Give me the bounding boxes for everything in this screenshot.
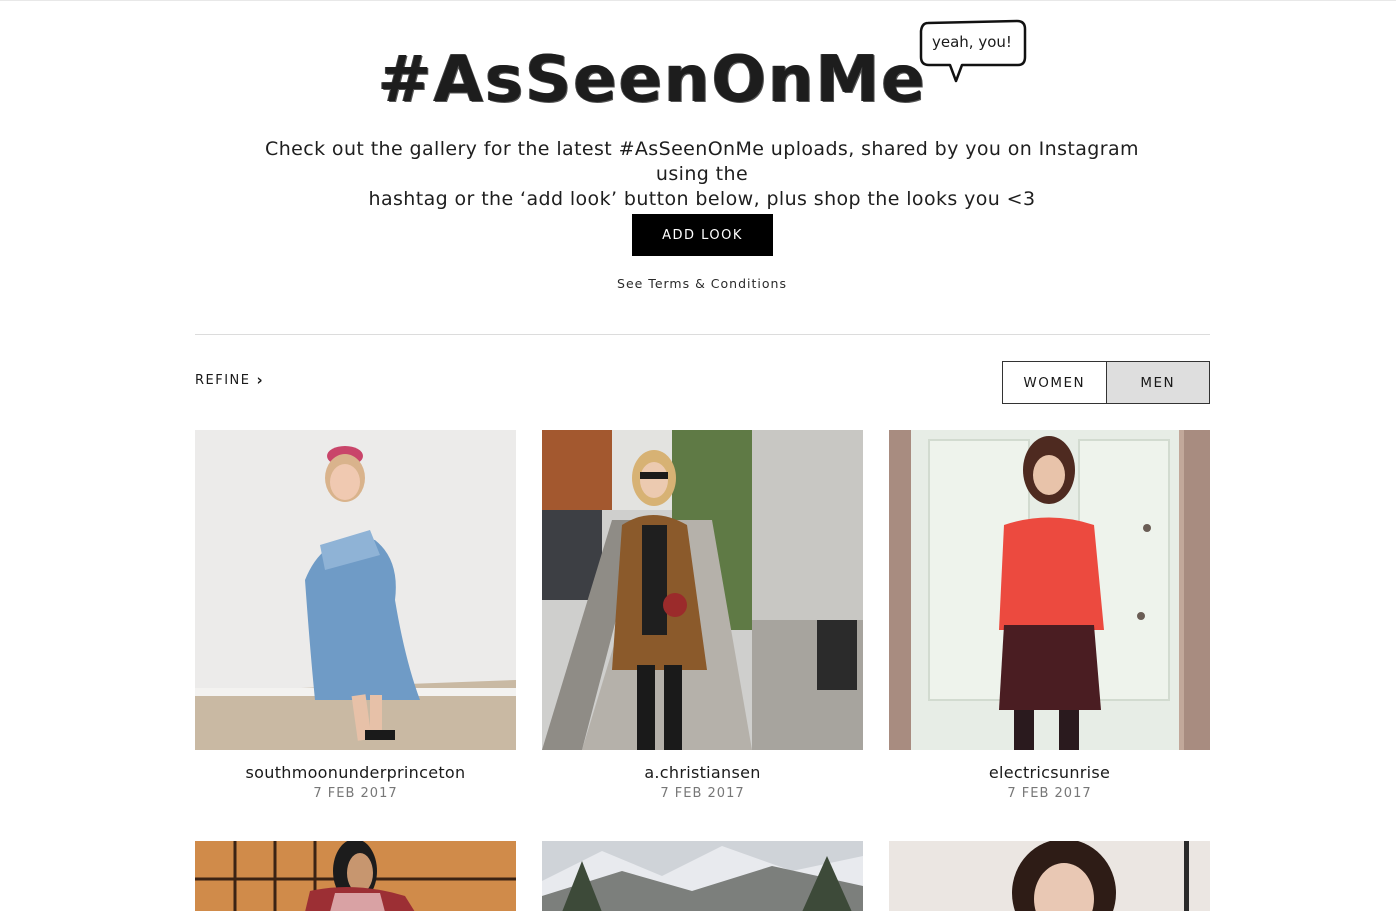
terms-link[interactable]: See Terms & Conditions	[560, 276, 844, 291]
photo-image	[889, 430, 1210, 750]
intro-line-2: hashtag or the ‘add look’ button below, …	[368, 188, 1036, 210]
bubble-text: yeah, you!	[932, 33, 1012, 51]
photo-image	[889, 841, 1210, 911]
refine-button[interactable]: REFINE ›	[195, 371, 265, 389]
photo-image	[195, 430, 516, 750]
look-photo[interactable]	[542, 841, 863, 911]
photo-image	[195, 841, 516, 911]
speech-bubble: yeah, you!	[918, 19, 1027, 83]
gender-toggle: WOMEN MEN	[1002, 361, 1210, 404]
username-link[interactable]: southmoonunderprinceton	[195, 763, 516, 782]
post-date: 7 FEB 2017	[313, 786, 398, 801]
look-photo[interactable]	[889, 430, 1210, 750]
post-date: 7 FEB 2017	[660, 786, 745, 801]
gallery-card: southmoonunderprinceton 7 FEB 2017	[195, 430, 516, 801]
look-photo[interactable]	[195, 430, 516, 750]
page: #AsSeenOnMe yeah, you! Check out the gal…	[0, 0, 1396, 911]
intro-line-1: Check out the gallery for the latest #As…	[265, 138, 1139, 185]
chevron-right-icon: ›	[256, 371, 265, 389]
logo[interactable]: #AsSeenOnMe	[370, 43, 970, 133]
tab-men[interactable]: MEN	[1106, 362, 1209, 403]
intro-text: Check out the gallery for the latest #As…	[240, 137, 1164, 212]
photo-image	[542, 841, 863, 911]
username-link[interactable]: electricsunrise	[889, 763, 1210, 782]
look-photo[interactable]	[542, 430, 863, 750]
look-photo[interactable]	[195, 841, 516, 911]
gallery-card: electricsunrise 7 FEB 2017	[889, 430, 1210, 801]
add-look-button[interactable]: ADD LOOK	[632, 214, 773, 256]
gallery-card	[889, 841, 1210, 911]
speech-bubble-icon	[919, 19, 1027, 83]
username-link[interactable]: a.christiansen	[542, 763, 863, 782]
gallery-card: a.christiansen 7 FEB 2017	[542, 430, 863, 801]
tab-women[interactable]: WOMEN	[1003, 362, 1107, 403]
gallery-card	[542, 841, 863, 911]
refine-label: REFINE	[195, 373, 251, 388]
logo-text: #AsSeenOnMe	[378, 43, 927, 117]
photo-image	[542, 430, 863, 750]
gallery-card	[195, 841, 516, 911]
post-date: 7 FEB 2017	[1007, 786, 1092, 801]
divider	[195, 334, 1210, 335]
look-photo[interactable]	[889, 841, 1210, 911]
